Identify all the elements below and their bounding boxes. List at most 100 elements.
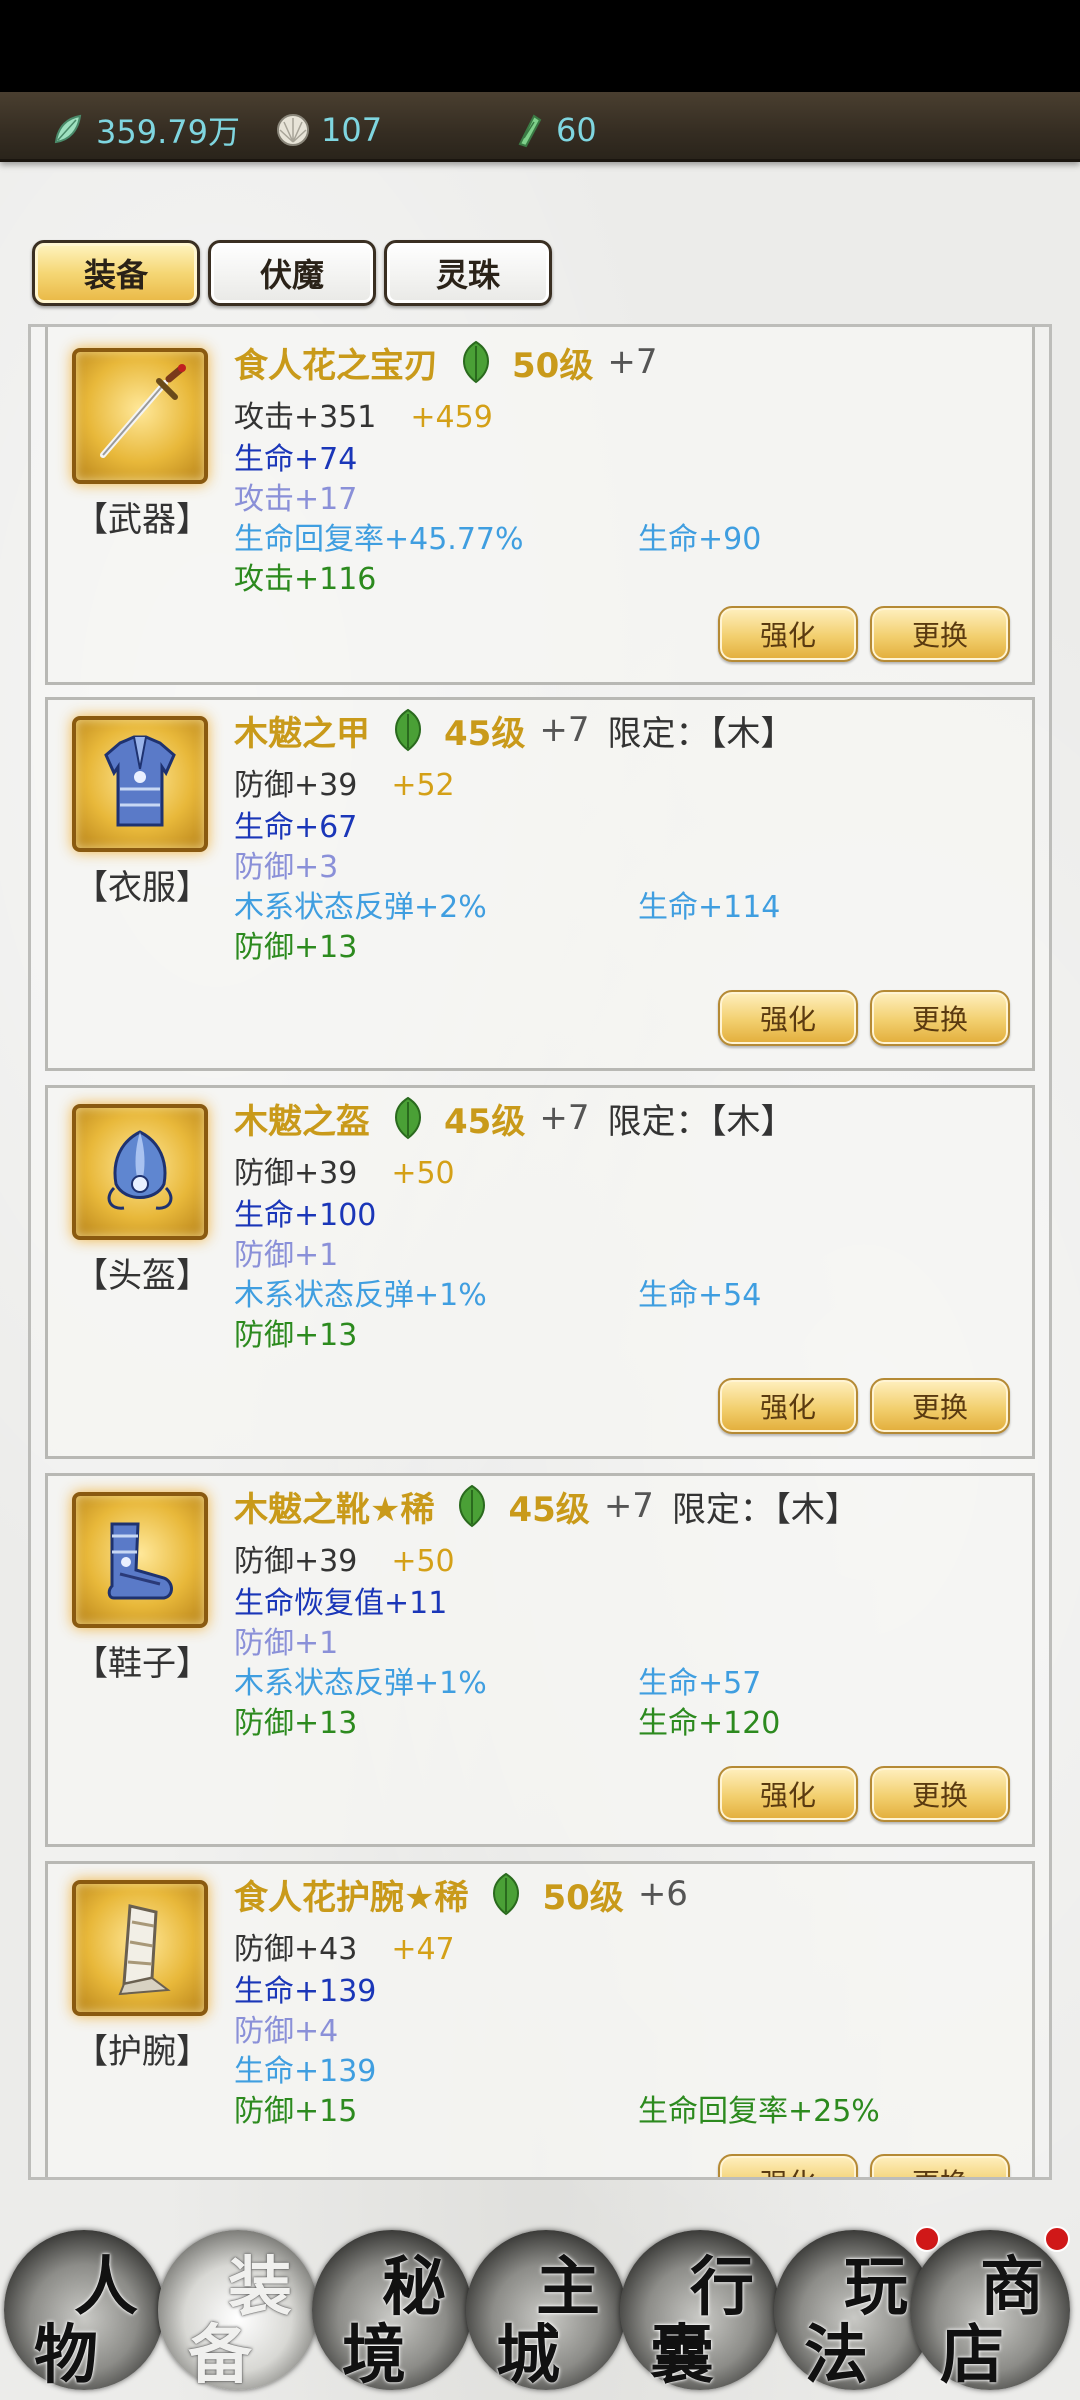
- wood-element-leaf-icon: [463, 340, 489, 384]
- notification-dot: [1044, 2226, 1070, 2252]
- item-title: 木魃之盔 45级 +7 限定：【木】: [234, 1090, 794, 1146]
- nav-label-char2: 法: [804, 2318, 868, 2393]
- item-frame[interactable]: [72, 348, 208, 484]
- slot-label: 【头盔】: [74, 1256, 210, 1296]
- item-title: 木魃之靴★稀 45级 +7 限定：【木】: [234, 1478, 859, 1534]
- stat-line: 防御+3: [234, 850, 339, 885]
- item-element-limit: 限定：【木】: [607, 713, 795, 754]
- item-name: 木魃之甲: [234, 713, 370, 754]
- nav-label-char2: 物: [34, 2318, 98, 2393]
- stat-line-right: 生命+120: [638, 1706, 781, 1741]
- stat-line: 防御+1: [234, 1626, 339, 1661]
- equipment-card-boots: 【鞋子】 木魃之靴★稀 45级 +7 限定：【木】 防御+39 +50 生命恢复值…: [45, 1473, 1035, 1847]
- wood-element-leaf-icon: [395, 1096, 421, 1140]
- stat-bonus: +50: [391, 1156, 455, 1191]
- stat-bonus: +52: [391, 768, 455, 803]
- item-level: 45级: [444, 1101, 526, 1142]
- stat-line: 攻击+116: [234, 562, 377, 597]
- stat-line: 防御+13: [234, 1318, 358, 1353]
- item-level: 50级: [542, 1877, 624, 1918]
- replace-button[interactable]: 更换: [870, 606, 1010, 662]
- currency-jade: 359.79万: [50, 110, 240, 151]
- currency-bar: 359.79万 107 60: [0, 92, 1080, 162]
- stat-base: 防御+39: [234, 768, 358, 803]
- slot-label: 【武器】: [74, 500, 210, 540]
- replace-button[interactable]: 更换: [870, 990, 1010, 1046]
- item-element-limit: 限定：【木】: [671, 1489, 859, 1530]
- nav-equipment[interactable]: 装 备: [158, 2230, 318, 2393]
- stat-line: 生命+100: [234, 1198, 377, 1233]
- stat-base: 攻击+351: [234, 400, 377, 435]
- nav-main-city[interactable]: 主 城: [466, 2230, 626, 2393]
- bottom-navigation: 人 物 装 备 秘 境 主 城 行 囊 玩 法 商 店: [0, 2210, 1080, 2400]
- currency-pearl: 107: [275, 110, 382, 150]
- tab-lingzhu[interactable]: 灵珠: [384, 240, 552, 306]
- token-amount: 60: [556, 111, 597, 149]
- stat-main: 防御+39 +52: [234, 760, 455, 804]
- wood-element-leaf-icon: [459, 1484, 486, 1528]
- equipment-card-helmet: 【头盔】 木魃之盔 45级 +7 限定：【木】 防御+39 +50 生命+100 …: [45, 1085, 1035, 1459]
- item-frame[interactable]: [72, 1880, 208, 2016]
- equipment-list[interactable]: 【武器】 食人花之宝刃 50级 +7 攻击+351 +459 生命+74 攻击+1…: [28, 324, 1052, 2180]
- stat-base: 防御+39: [234, 1156, 358, 1191]
- wood-element-leaf-icon: [493, 1872, 520, 1916]
- nav-label-char2: 囊: [650, 2318, 714, 2393]
- stat-line: 攻击+17: [234, 482, 358, 517]
- item-enhance-level: +7: [539, 710, 590, 750]
- bracer-icon: [118, 1904, 171, 1996]
- slot-label: 【衣服】: [74, 868, 210, 908]
- item-level: 45级: [508, 1489, 590, 1530]
- replace-button[interactable]: 更换: [870, 1378, 1010, 1434]
- item-name: 木魃之靴★稀: [234, 1489, 435, 1530]
- nav-inventory[interactable]: 行 囊: [620, 2230, 780, 2393]
- stat-main: 防御+43 +47: [234, 1924, 455, 1968]
- pearl-shell-icon: [277, 114, 309, 146]
- stat-line: 防御+1: [234, 1238, 339, 1273]
- tab-equipment[interactable]: 装备: [32, 240, 200, 306]
- stat-line: 生命恢复值+11: [234, 1586, 448, 1621]
- tab-fumo[interactable]: 伏魔: [208, 240, 376, 306]
- slot-label: 【鞋子】: [74, 1644, 210, 1684]
- nav-label-char2: 城: [496, 2318, 560, 2393]
- strengthen-button[interactable]: 强化: [718, 606, 858, 662]
- jade-token-icon: [518, 114, 542, 148]
- stat-bonus: +459: [410, 400, 493, 435]
- stat-line-right: 生命+54: [638, 1278, 762, 1313]
- equipment-card-armor: 【衣服】 木魃之甲 45级 +7 限定：【木】 防御+39 +52 生命+67 防…: [45, 697, 1035, 1071]
- stat-line-right: 生命+114: [638, 890, 781, 925]
- strengthen-button[interactable]: 强化: [718, 2154, 858, 2177]
- stat-main: 攻击+351 +459: [234, 392, 493, 436]
- strengthen-button[interactable]: 强化: [718, 990, 858, 1046]
- stat-line-right: 生命回复率+25%: [638, 2094, 880, 2129]
- item-enhance-level: +7: [607, 342, 658, 382]
- stat-line: 防御+15: [234, 2094, 358, 2129]
- equipment-card-bracer: 【护腕】 食人花护腕★稀 50级 +6 防御+43 +47 生命+139 防御+4…: [45, 1861, 1035, 2177]
- strengthen-button[interactable]: 强化: [718, 1378, 858, 1434]
- item-frame[interactable]: [72, 1492, 208, 1628]
- item-enhance-level: +6: [637, 1874, 688, 1914]
- stat-line: 木系状态反弹+1%: [234, 1278, 487, 1313]
- item-name: 食人花护腕★稀: [234, 1877, 469, 1918]
- item-title: 食人花护腕★稀 50级 +6: [234, 1866, 688, 1922]
- item-frame[interactable]: [72, 1104, 208, 1240]
- item-enhance-level: +7: [539, 1098, 590, 1138]
- armor-icon: [104, 735, 176, 827]
- stat-line: 防御+13: [234, 1706, 358, 1741]
- currency-token: 60: [510, 110, 597, 150]
- stat-base: 防御+39: [234, 1544, 358, 1579]
- pearl-amount: 107: [321, 111, 383, 149]
- nav-label-char2: 境: [342, 2318, 406, 2393]
- strengthen-button[interactable]: 强化: [718, 1766, 858, 1822]
- nav-secret-realm[interactable]: 秘 境: [312, 2230, 472, 2393]
- stat-line: 生命+139: [234, 1974, 377, 2009]
- item-enhance-level: +7: [603, 1486, 654, 1526]
- stat-line: 生命+67: [234, 810, 358, 845]
- item-level: 45级: [444, 713, 526, 754]
- replace-button[interactable]: 更换: [870, 1766, 1010, 1822]
- stat-line: 防御+4: [234, 2014, 339, 2049]
- replace-button[interactable]: 更换: [870, 2154, 1010, 2177]
- nav-character[interactable]: 人 物: [4, 2230, 164, 2393]
- item-frame[interactable]: [72, 716, 208, 852]
- stat-base: 防御+43: [234, 1932, 358, 1967]
- nav-shop[interactable]: 商 店: [910, 2226, 1070, 2393]
